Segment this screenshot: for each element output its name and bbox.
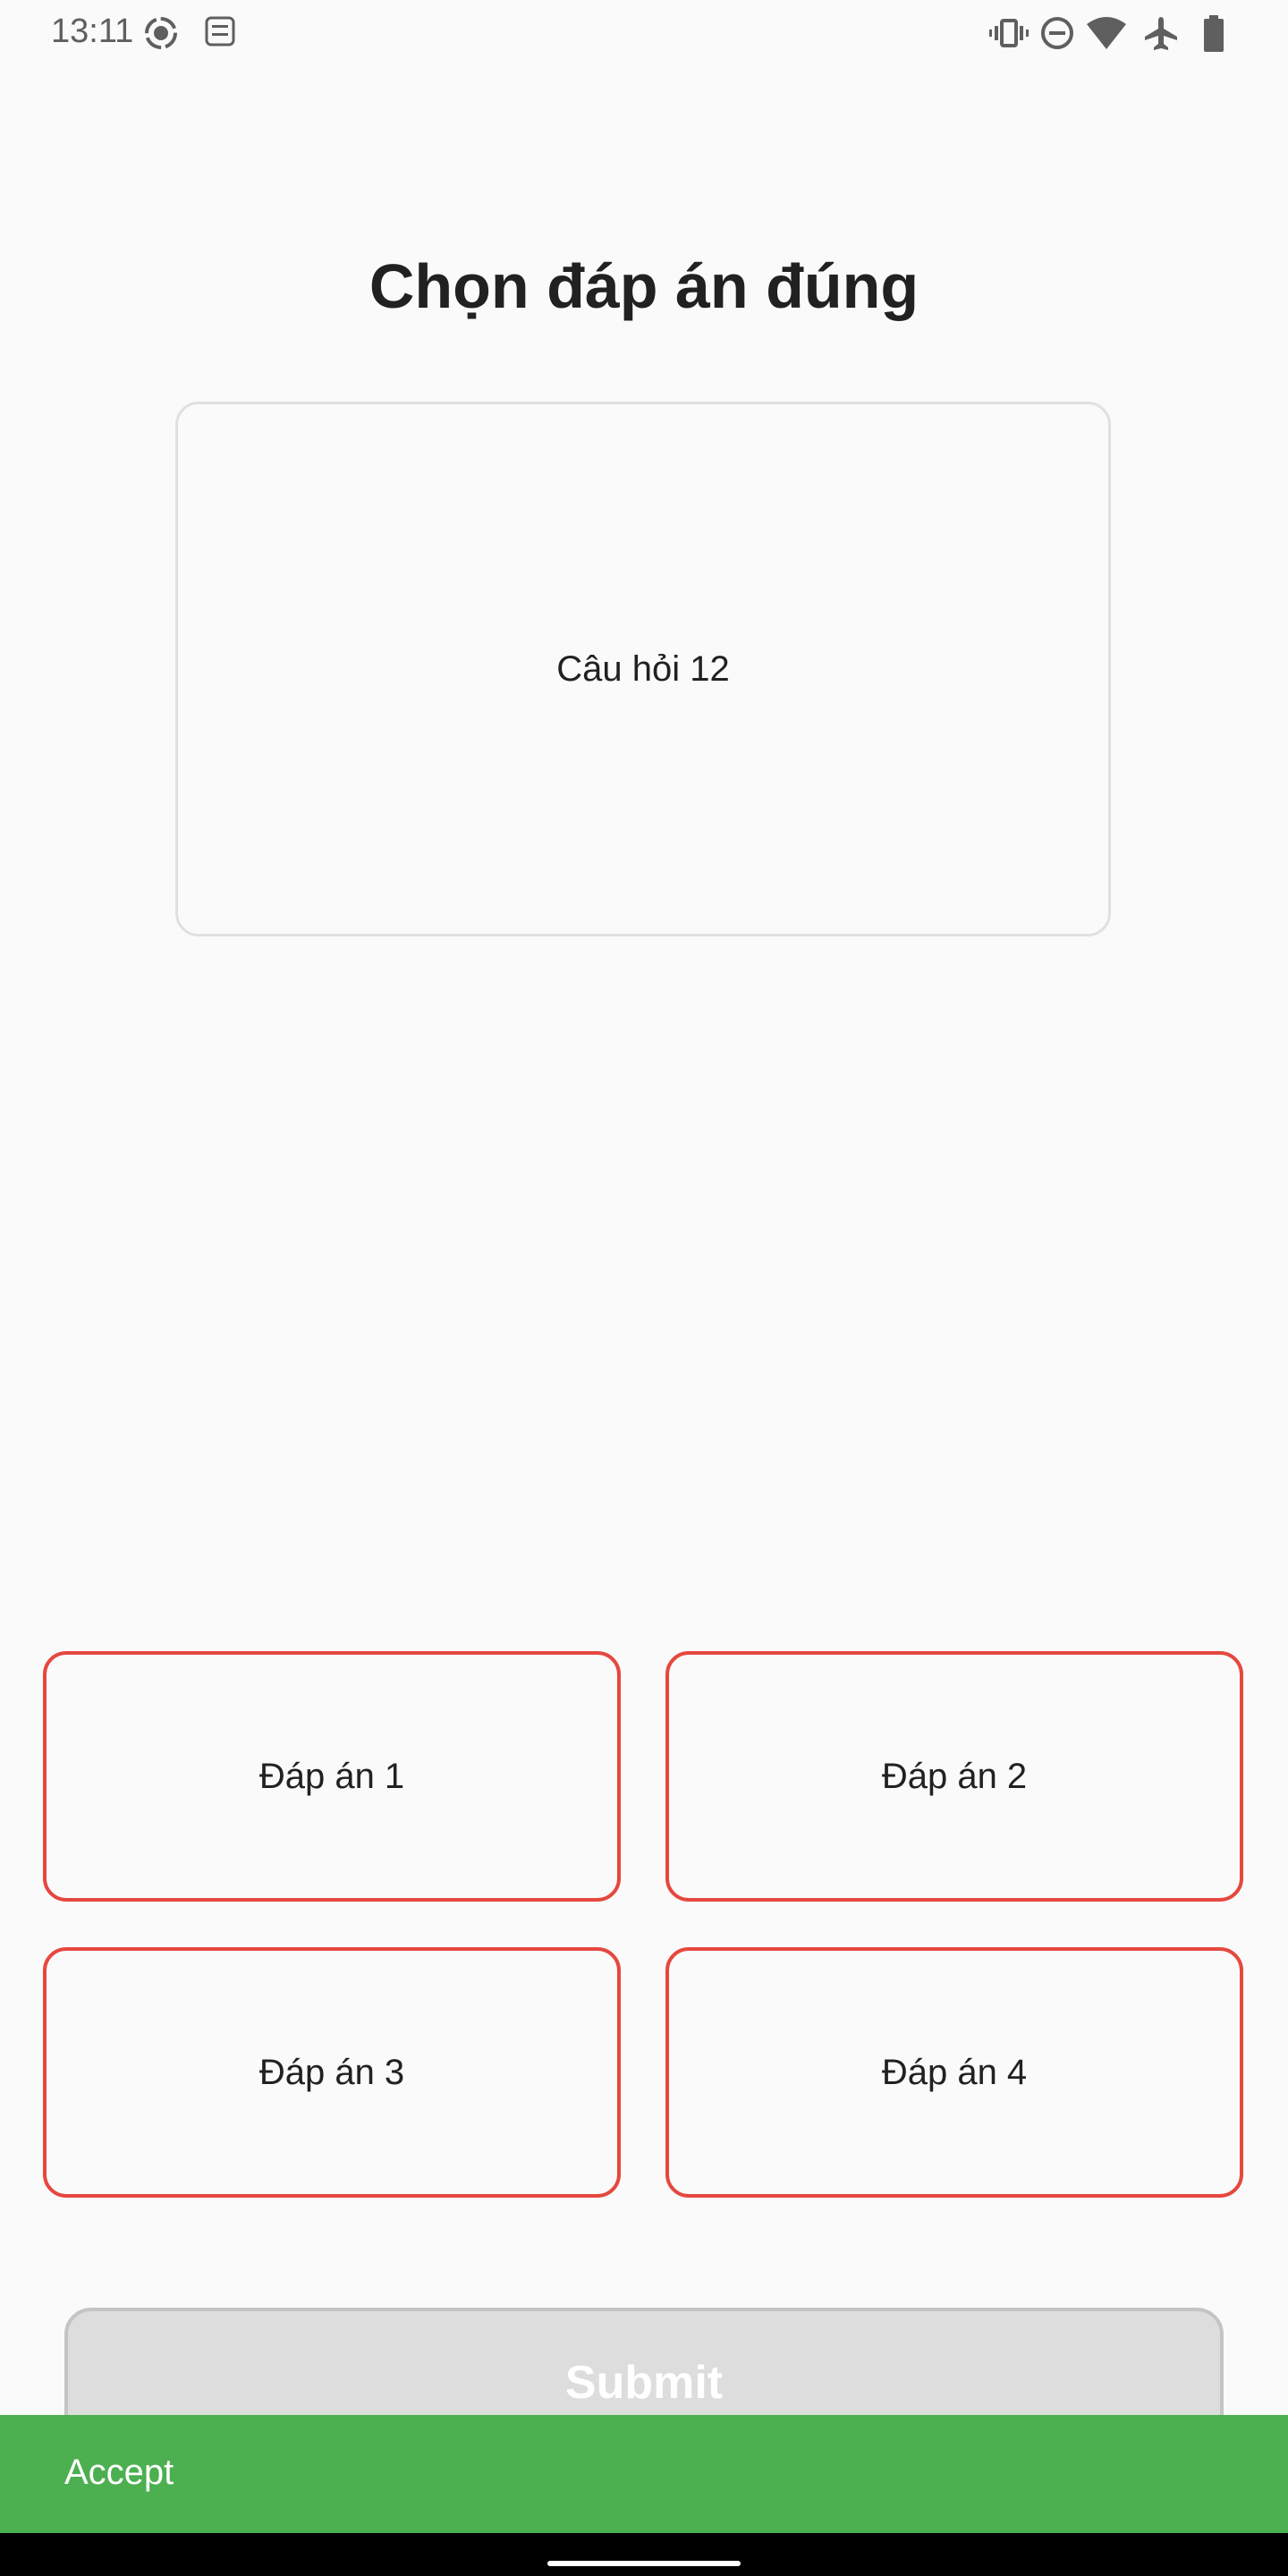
do-not-disturb-icon: [1039, 15, 1075, 55]
accept-bar[interactable]: Accept: [0, 2415, 1288, 2533]
answer-option-3[interactable]: Đáp án 3: [43, 1947, 621, 2198]
question-text: Câu hỏi 12: [556, 648, 730, 689]
accept-button[interactable]: Accept: [64, 2453, 174, 2493]
answer-option-2[interactable]: Đáp án 2: [665, 1651, 1243, 1902]
answer-option-1[interactable]: Đáp án 1: [43, 1651, 621, 1902]
question-card: Câu hỏi 12: [175, 402, 1111, 936]
screen-record-icon: [143, 15, 179, 55]
page-title: Chọn đáp án đúng: [369, 251, 919, 321]
answer-option-4[interactable]: Đáp án 4: [665, 1947, 1243, 2198]
keyboard-lang-icon: [204, 15, 236, 52]
airplane-icon: [1143, 15, 1179, 55]
status-time: 13:11: [51, 13, 134, 50]
home-gesture-handle[interactable]: [547, 2561, 741, 2566]
status-bar: 13:11: [0, 0, 1288, 67]
navigation-bar: [0, 2533, 1288, 2576]
wifi-icon: [1086, 15, 1127, 55]
vibrate-icon: [989, 15, 1029, 55]
battery-icon: [1202, 15, 1225, 57]
